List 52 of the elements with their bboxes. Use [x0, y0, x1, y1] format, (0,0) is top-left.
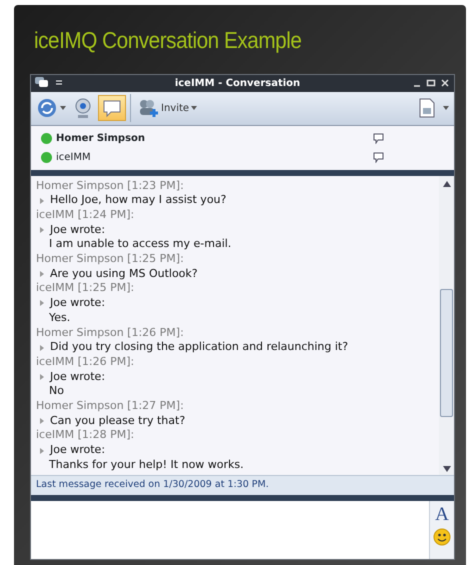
message-text: I am unable to access my e-mail.: [48, 237, 232, 252]
invite-button[interactable]: Invite: [135, 97, 200, 119]
message-header: Homer Simpson [1:26 PM]:: [36, 326, 185, 340]
caret-icon[interactable]: [191, 106, 198, 110]
document-button[interactable]: [417, 97, 451, 119]
caret-icon[interactable]: [60, 106, 66, 110]
message-text: Can you please try that?: [50, 414, 186, 428]
page-heading: iceIMQ Conversation Example: [34, 26, 302, 55]
message-text: Are you using MS Outlook?: [50, 266, 198, 282]
chat-toggle-button[interactable]: [98, 95, 126, 121]
chat-bubbles-icon[interactable]: [35, 77, 49, 89]
bullet-icon: [40, 418, 44, 424]
participant-name[interactable]: Homer Simpson: [56, 130, 146, 146]
bullet-icon: [40, 374, 44, 380]
menu-icon[interactable]: [55, 79, 63, 87]
message-header: Homer Simpson [1:25 PM]:: [36, 252, 185, 267]
message-text: Joe wrote:: [50, 443, 106, 458]
smiley-icon[interactable]: [433, 528, 451, 546]
message-text: Joe wrote:: [50, 296, 106, 311]
message-header: iceIMM [1:25 PM]:: [36, 281, 136, 296]
message-text: Did you try closing the application and relaunching it?: [50, 340, 348, 355]
bullet-icon: [40, 300, 44, 306]
people-add-icon[interactable]: [137, 98, 159, 118]
scroll-up-icon[interactable]: [442, 180, 450, 186]
message-text: Yes.: [48, 310, 72, 326]
message-text: Thanks for your help! It now works.: [48, 458, 245, 473]
message-header: iceIMM [1:24 PM]:: [36, 208, 136, 223]
message-text: Hello Joe, how may I assist you?: [50, 193, 226, 208]
scrollbar[interactable]: [439, 176, 454, 476]
speech-bubble-icon[interactable]: [373, 152, 384, 162]
message-text: Joe wrote:: [50, 370, 106, 384]
scroll-down-icon[interactable]: [442, 466, 450, 472]
bullet-icon: [40, 448, 44, 454]
message-text: Joe wrote:: [50, 222, 106, 238]
message-input[interactable]: A: [31, 500, 454, 558]
message-header: iceIMM [1:28 PM]:: [36, 428, 136, 444]
bullet-icon: [40, 344, 44, 351]
message-header: Homer Simpson [1:27 PM]:: [36, 399, 185, 414]
status-bar: Last message received on 1/30/2009 at 1:30 PM.: [31, 475, 454, 494]
window-title: iceIMM - Conversation: [174, 76, 302, 90]
maximize-icon[interactable]: [426, 78, 436, 88]
caret-icon[interactable]: [443, 106, 449, 110]
bullet-icon: [40, 198, 44, 204]
message-header: Homer Simpson [1:23 PM]:: [36, 178, 185, 194]
bullet-icon: [40, 226, 44, 233]
message-header: iceIMM [1:26 PM]:: [36, 354, 136, 370]
speech-bubble-icon[interactable]: [373, 132, 384, 144]
font-button[interactable]: A: [435, 504, 449, 524]
participant-name[interactable]: iceIMM: [56, 150, 91, 164]
close-icon[interactable]: [440, 78, 450, 88]
message-text: No: [48, 384, 65, 400]
bullet-icon: [40, 271, 44, 278]
